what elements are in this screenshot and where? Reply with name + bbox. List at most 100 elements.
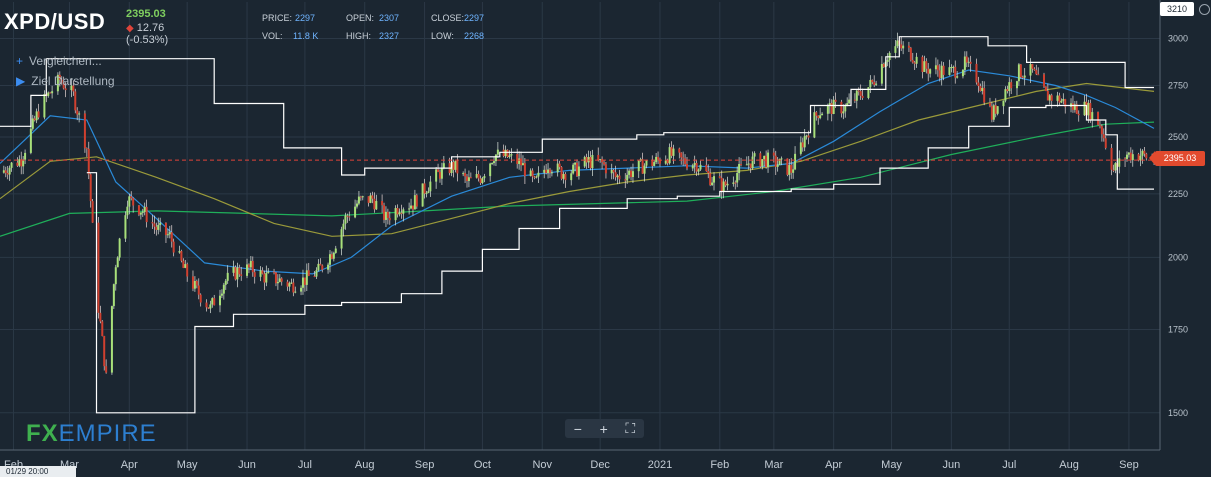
candle-body	[948, 67, 951, 75]
candle-body	[902, 45, 905, 49]
candle-body	[628, 170, 631, 175]
candle-body	[143, 206, 146, 212]
target-display-button[interactable]: ▶ Ziel Darstellung	[16, 74, 115, 88]
candle-body	[211, 298, 214, 305]
candle-body	[103, 336, 106, 367]
candle-body	[91, 201, 94, 223]
candle-body	[195, 281, 198, 286]
candle-body	[896, 40, 899, 47]
candle-body	[574, 162, 577, 165]
candle-body	[375, 200, 378, 210]
candle-body	[402, 209, 405, 214]
candle-body	[664, 160, 667, 164]
price-change: ◆ 12.76 (-0.53%)	[126, 22, 168, 46]
x-tick-label: Apr	[121, 459, 138, 471]
candle-body	[435, 169, 438, 182]
zoom-in-button[interactable]: +	[600, 421, 608, 437]
candle-body	[780, 158, 783, 160]
candle-body	[631, 171, 634, 178]
candle-body	[761, 159, 764, 167]
candle-body	[691, 165, 694, 169]
candle-body	[653, 162, 656, 166]
candle-body	[1083, 101, 1086, 116]
candle-body	[199, 294, 202, 303]
candle-body	[213, 298, 216, 306]
candle-body	[790, 165, 793, 173]
candle-body	[273, 271, 276, 273]
candle-body	[1127, 152, 1130, 155]
candle-body	[35, 111, 38, 121]
candle-body	[740, 164, 743, 166]
candle-body	[1043, 74, 1046, 87]
channel	[0, 36, 1160, 414]
x-tick-label: Aug	[355, 459, 375, 471]
candle-body	[529, 170, 532, 176]
candle-body	[386, 211, 389, 218]
fit-screen-button[interactable]: ⛶	[625, 420, 635, 437]
candle-body	[383, 205, 386, 220]
candle-body	[666, 160, 669, 164]
candle-body	[340, 229, 343, 249]
candle-body	[630, 170, 633, 178]
candle-body	[751, 156, 754, 169]
candle-body	[591, 154, 594, 169]
candle-body	[1114, 163, 1117, 171]
candle-body	[307, 270, 310, 276]
candle-body	[33, 118, 36, 121]
candle-body	[1031, 64, 1034, 69]
candle-body	[1087, 102, 1090, 116]
settings-icon[interactable]	[1199, 4, 1210, 15]
candle-body	[815, 112, 818, 116]
candle-body	[348, 216, 351, 218]
stat-close-value: 2297	[464, 13, 485, 23]
down-arrow-icon: ◆	[126, 23, 134, 34]
grid	[0, 2, 1160, 450]
candle-body	[707, 171, 710, 174]
axis-top-badge: 3210	[1160, 2, 1194, 16]
x-tick-label: 2021	[648, 459, 672, 471]
stat-low-label: LOW:	[431, 31, 454, 41]
candle-body	[467, 177, 470, 181]
candle-body	[384, 211, 387, 220]
candle-body	[994, 105, 997, 114]
candle-body	[209, 304, 212, 309]
candle-body	[6, 173, 9, 175]
candle-body	[871, 79, 874, 83]
candle-body	[678, 148, 681, 153]
compare-button[interactable]: + Vergleichen...	[16, 54, 102, 68]
candle-body	[907, 45, 910, 48]
candle-body	[967, 61, 970, 63]
stat-low-value: 2268	[464, 31, 485, 41]
candle-body	[1091, 112, 1094, 121]
y-tick-label: 2000	[1168, 252, 1188, 262]
candle-body	[442, 163, 445, 168]
candle-body	[875, 83, 878, 85]
candle-body	[934, 65, 937, 70]
candle-body	[475, 174, 478, 178]
candle-body	[249, 260, 252, 268]
channel-upper-line	[0, 36, 1154, 176]
candle-body	[882, 63, 885, 67]
candle-body	[1017, 64, 1020, 82]
candle-body	[1029, 64, 1032, 76]
candle-body	[178, 251, 181, 253]
candle-body	[516, 154, 519, 164]
zoom-out-button[interactable]: −	[574, 421, 582, 437]
candle-body	[531, 170, 534, 177]
candle-body	[137, 205, 140, 215]
candle-body	[1077, 113, 1080, 116]
candle-body	[921, 56, 924, 72]
candle-body	[705, 164, 708, 172]
axes: 1500 1750 2000 2250 2500 2750 3000 Feb Mar Apr May…	[0, 0, 1188, 471]
candle-body	[616, 175, 619, 178]
candle-body	[614, 172, 617, 178]
candle-body	[116, 257, 119, 268]
candle-body	[197, 285, 200, 295]
candle-body	[222, 284, 225, 294]
price-chart[interactable]: 1500 1750 2000 2250 2500 2750 3000 Feb Mar Apr May…	[0, 0, 1211, 477]
candle-body	[929, 69, 932, 74]
candle-body	[101, 321, 104, 337]
candle-body	[763, 155, 766, 160]
candle-body	[734, 182, 737, 184]
candle-body	[570, 173, 573, 181]
